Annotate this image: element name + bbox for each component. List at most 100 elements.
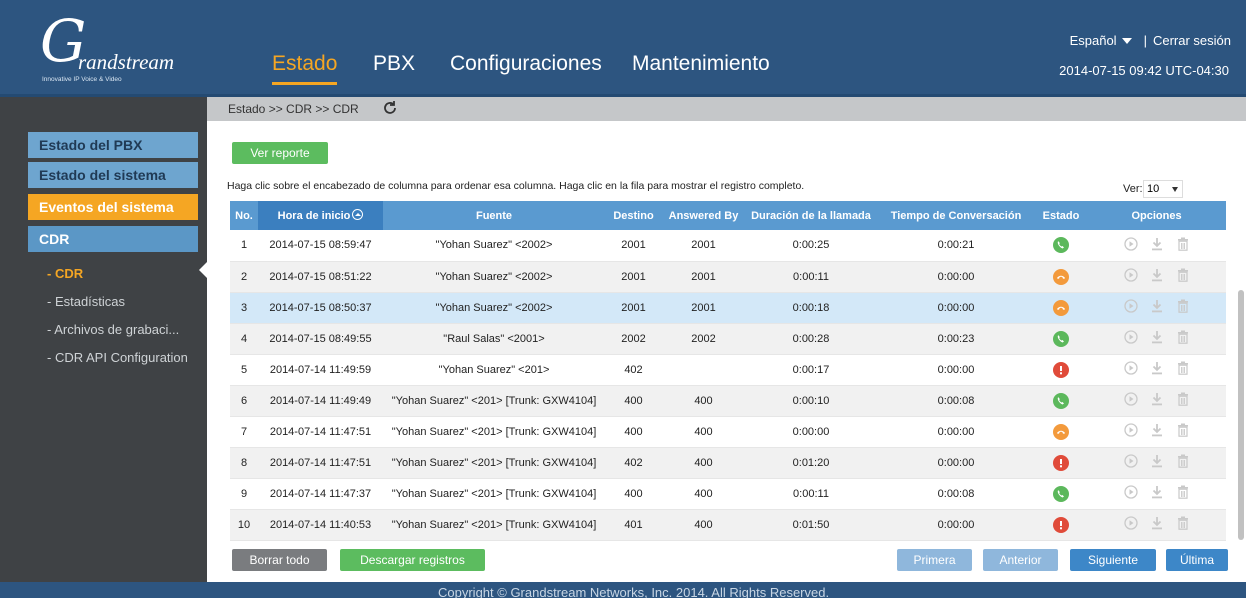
sidebar-item-estado-sistema[interactable]: Estado del sistema — [28, 162, 198, 188]
view-report-button[interactable]: Ver reporte — [232, 142, 328, 164]
table-row[interactable]: 5 2014-07-14 11:49:59 "Yohan Suarez" <201>… — [230, 354, 1226, 386]
delete-icon[interactable] — [1176, 485, 1190, 502]
cell-start-time: 2014-07-14 11:47:51 — [258, 416, 383, 448]
call-answered-icon — [1053, 237, 1069, 254]
delete-icon[interactable] — [1176, 516, 1190, 533]
table-row[interactable]: 9 2014-07-14 11:47:37 "Yohan Suarez" <201>… — [230, 478, 1226, 510]
table-row[interactable]: 3 2014-07-15 08:50:37 "Yohan Suarez" <2002… — [230, 292, 1226, 324]
col-options: Opciones — [1087, 201, 1226, 230]
page-size-select[interactable]: 10 — [1143, 180, 1183, 198]
refresh-icon[interactable] — [382, 100, 398, 116]
col-source[interactable]: Fuente — [383, 201, 605, 230]
cell-answered-by: 400 — [662, 416, 745, 448]
nav-mantenimiento[interactable]: Mantenimiento — [632, 52, 770, 76]
play-icon[interactable] — [1123, 516, 1138, 533]
cell-talk-time: 0:00:00 — [877, 509, 1035, 541]
cell-talk-time: 0:00:00 — [877, 416, 1035, 448]
cell-status — [1035, 385, 1087, 417]
delete-icon[interactable] — [1176, 454, 1190, 471]
cell-start-time: 2014-07-14 11:47:51 — [258, 447, 383, 479]
cell-options — [1087, 509, 1226, 541]
download-icon[interactable] — [1150, 361, 1164, 378]
table-row[interactable]: 6 2014-07-14 11:49:49 "Yohan Suarez" <201>… — [230, 385, 1226, 417]
delete-icon[interactable] — [1176, 423, 1190, 440]
last-page-button[interactable]: Última — [1166, 549, 1228, 571]
sidebar-item-cdr[interactable]: CDR — [28, 226, 198, 252]
sidebar-subitem-cdr[interactable]: - CDR — [47, 266, 83, 281]
vertical-scrollbar[interactable] — [1238, 290, 1244, 540]
table-row[interactable]: 4 2014-07-15 08:49:55 "Raul Salas" <2001> 2… — [230, 323, 1226, 355]
nav-estado[interactable]: Estado — [272, 52, 338, 85]
play-icon[interactable] — [1123, 237, 1138, 254]
table-row[interactable]: 8 2014-07-14 11:47:51 "Yohan Suarez" <201>… — [230, 447, 1226, 479]
download-icon[interactable] — [1150, 392, 1164, 409]
sidebar-item-estado-pbx[interactable]: Estado del PBX — [28, 132, 198, 158]
delete-icon[interactable] — [1176, 237, 1190, 254]
sidebar-item-eventos-sistema[interactable]: Eventos del sistema — [28, 194, 198, 220]
next-page-button[interactable]: Siguiente — [1070, 549, 1156, 571]
cell-options — [1087, 385, 1226, 417]
nav-configuraciones[interactable]: Configuraciones — [450, 52, 602, 76]
grandstream-logo[interactable]: G randstream Innovative IP Voice & Video — [40, 12, 174, 90]
download-icon[interactable] — [1150, 330, 1164, 347]
play-icon[interactable] — [1123, 330, 1138, 347]
download-icon[interactable] — [1150, 237, 1164, 254]
language-select[interactable]: Español — [1070, 33, 1117, 48]
cell-answered-by: 2001 — [662, 261, 745, 293]
col-talk-time[interactable]: Tiempo de Conversación — [877, 201, 1035, 230]
cell-no: 2 — [230, 261, 258, 293]
first-page-button[interactable]: Primera — [897, 549, 972, 571]
previous-page-button[interactable]: Anterior — [983, 549, 1058, 571]
cell-source: "Yohan Suarez" <201> [Trunk: GXW4104] — [383, 478, 605, 510]
table-row[interactable]: 2 2014-07-15 08:51:22 "Yohan Suarez" <2002… — [230, 261, 1226, 293]
delete-icon[interactable] — [1176, 299, 1190, 316]
cell-destination: 401 — [605, 509, 662, 541]
download-icon[interactable] — [1150, 423, 1164, 440]
download-icon[interactable] — [1150, 268, 1164, 285]
cell-destination: 2002 — [605, 323, 662, 355]
cell-status — [1035, 416, 1087, 448]
table-row[interactable]: 1 2014-07-15 08:59:47 "Yohan Suarez" <2002… — [230, 230, 1226, 262]
cell-destination: 2001 — [605, 230, 662, 262]
chevron-down-icon[interactable] — [1121, 38, 1132, 44]
cell-answered-by: 2001 — [662, 292, 745, 324]
cell-source: "Yohan Suarez" <201> [Trunk: GXW4104] — [383, 385, 605, 417]
download-icon[interactable] — [1150, 516, 1164, 533]
cell-start-time: 2014-07-14 11:49:59 — [258, 354, 383, 386]
delete-all-button[interactable]: Borrar todo — [232, 549, 327, 571]
col-status[interactable]: Estado — [1035, 201, 1087, 230]
play-icon[interactable] — [1123, 392, 1138, 409]
delete-icon[interactable] — [1176, 392, 1190, 409]
col-answered-by[interactable]: Answered By — [662, 201, 745, 230]
play-icon[interactable] — [1123, 299, 1138, 316]
play-icon[interactable] — [1123, 454, 1138, 471]
cell-start-time: 2014-07-15 08:49:55 — [258, 323, 383, 355]
play-icon[interactable] — [1123, 361, 1138, 378]
sidebar-subitem-cdr-api[interactable]: - CDR API Configuration — [47, 350, 188, 365]
table-row[interactable]: 10 2014-07-14 11:40:53 "Yohan Suarez" <201… — [230, 509, 1226, 541]
col-call-duration[interactable]: Duración de la llamada — [745, 201, 877, 230]
play-icon[interactable] — [1123, 485, 1138, 502]
sidebar-subitem-archivos-grabacion[interactable]: - Archivos de grabaci... — [47, 322, 179, 337]
cell-start-time: 2014-07-14 11:49:49 — [258, 385, 383, 417]
play-icon[interactable] — [1123, 268, 1138, 285]
sidebar-subitem-estadisticas[interactable]: - Estadísticas — [47, 294, 125, 309]
play-icon[interactable] — [1123, 423, 1138, 440]
table-row[interactable]: 7 2014-07-14 11:47:51 "Yohan Suarez" <201>… — [230, 416, 1226, 448]
download-icon[interactable] — [1150, 485, 1164, 502]
download-icon[interactable] — [1150, 454, 1164, 471]
cell-source: "Yohan Suarez" <201> [Trunk: GXW4104] — [383, 509, 605, 541]
col-no[interactable]: No. — [230, 201, 258, 230]
delete-icon[interactable] — [1176, 330, 1190, 347]
download-records-button[interactable]: Descargar registros — [340, 549, 485, 571]
nav-pbx[interactable]: PBX — [373, 52, 415, 76]
logout-link[interactable]: Cerrar sesión — [1153, 33, 1231, 48]
download-icon[interactable] — [1150, 299, 1164, 316]
col-destination[interactable]: Destino — [605, 201, 662, 230]
delete-icon[interactable] — [1176, 361, 1190, 378]
delete-icon[interactable] — [1176, 268, 1190, 285]
cell-answered-by: 400 — [662, 385, 745, 417]
col-start-time[interactable]: Hora de inicio — [258, 201, 383, 230]
system-datetime: 2014-07-15 09:42 UTC-04:30 — [1059, 63, 1229, 78]
cell-destination: 402 — [605, 354, 662, 386]
